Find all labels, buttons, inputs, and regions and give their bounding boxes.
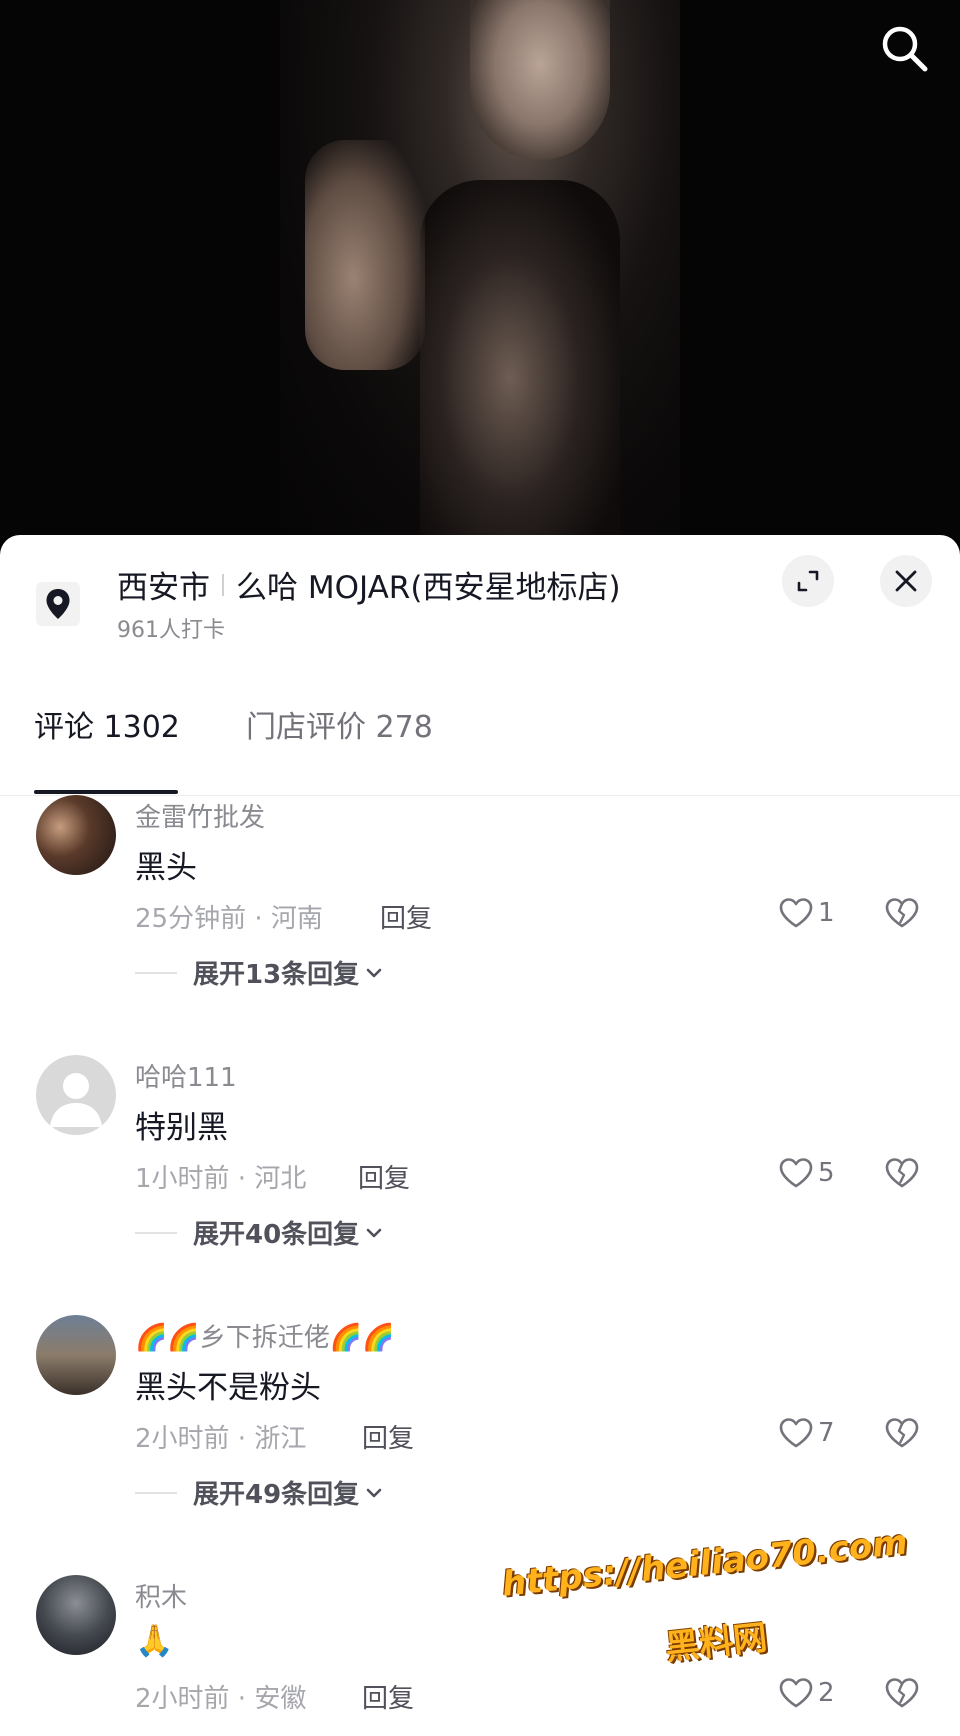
chevron-down-icon xyxy=(366,1228,382,1237)
divider-line xyxy=(135,1231,177,1234)
like-count: 1 xyxy=(818,898,835,928)
location-pin-box xyxy=(36,582,80,626)
like-count: 2 xyxy=(818,1678,835,1708)
comment-text: 特别黑 xyxy=(135,1110,228,1146)
like-count: 7 xyxy=(818,1418,835,1448)
dislike-button[interactable] xyxy=(884,897,920,933)
expand-replies-button[interactable]: 展开13条回复 xyxy=(135,954,385,991)
expand-button[interactable] xyxy=(782,555,834,607)
chevron-down-icon xyxy=(366,1488,382,1497)
expand-replies-button[interactable]: 展开49条回复 xyxy=(135,1474,385,1511)
avatar[interactable] xyxy=(36,795,116,875)
comment-text: 黑头 xyxy=(135,850,197,886)
reply-button[interactable]: 回复 xyxy=(362,1418,414,1455)
broken-heart-icon xyxy=(885,1418,919,1448)
comment-item: 哈哈111 特别黑 1小时前 · 河北 回复 5 展开40条回复 xyxy=(0,1045,960,1295)
comment-meta: 1小时前 · 河北 xyxy=(135,1164,307,1194)
heart-icon xyxy=(779,1678,813,1708)
default-avatar-icon xyxy=(50,1073,102,1127)
location-city: 西安市 xyxy=(117,570,210,606)
search-icon xyxy=(882,26,928,72)
expand-replies-label: 展开40条回复 xyxy=(193,1220,360,1250)
broken-heart-icon xyxy=(885,1158,919,1188)
comment-text: 黑头不是粉头 xyxy=(135,1370,321,1406)
location-header[interactable]: 西安市 么哈 MOJAR(西安星地标店) 961人打卡 xyxy=(0,535,960,645)
comment-meta: 2小时前 · 浙江 xyxy=(135,1424,307,1454)
like-button[interactable]: 5 xyxy=(778,1157,835,1189)
close-icon xyxy=(895,570,917,592)
video-subject-torso xyxy=(420,180,620,540)
comment-text: 🙏 xyxy=(135,1623,174,1659)
comment-item: 🌈🌈乡下拆迁佬🌈🌈 黑头不是粉头 2小时前 · 浙江 回复 7 展开49条回复 xyxy=(0,1305,960,1555)
avatar[interactable] xyxy=(36,1315,116,1395)
like-button[interactable]: 2 xyxy=(778,1677,835,1709)
comment-item: 金雷竹批发 黑头 25分钟前 · 河南 回复 1 展开13条回复 xyxy=(0,785,960,1035)
title-divider xyxy=(222,573,224,596)
comment-sheet: 西安市 么哈 MOJAR(西安星地标店) 961人打卡 评论 1302 门店评价… xyxy=(0,535,960,1736)
like-button[interactable]: 1 xyxy=(778,897,835,929)
like-count: 5 xyxy=(818,1158,835,1188)
comment-username[interactable]: 🌈🌈乡下拆迁佬🌈🌈 xyxy=(135,1317,395,1354)
dislike-button[interactable] xyxy=(884,1157,920,1193)
reply-button[interactable]: 回复 xyxy=(358,1158,410,1195)
video-frame xyxy=(280,0,680,540)
location-pin-icon xyxy=(46,589,70,619)
divider-line xyxy=(135,971,177,974)
avatar[interactable] xyxy=(36,1575,116,1655)
expand-icon xyxy=(797,570,819,592)
like-button[interactable]: 7 xyxy=(778,1417,835,1449)
checkin-count: 961人打卡 xyxy=(117,618,225,643)
comment-meta: 2小时前 · 安徽 xyxy=(135,1684,307,1714)
comment-username[interactable]: 金雷竹批发 xyxy=(135,797,265,834)
comment-item: 积木 🙏 2小时前 · 安徽 回复 2 xyxy=(0,1565,960,1736)
video-subject-face xyxy=(470,0,610,160)
comment-username[interactable]: 积木 xyxy=(135,1577,187,1614)
tab-store-reviews[interactable]: 门店评价 278 xyxy=(246,702,433,746)
close-button[interactable] xyxy=(880,555,932,607)
broken-heart-icon xyxy=(885,1678,919,1708)
tab-comments[interactable]: 评论 1302 xyxy=(34,702,180,746)
heart-icon xyxy=(779,898,813,928)
location-store: 么哈 MOJAR(西安星地标店) xyxy=(236,570,621,606)
search-button[interactable] xyxy=(878,22,932,76)
chevron-down-icon xyxy=(366,968,382,977)
dislike-button[interactable] xyxy=(884,1417,920,1453)
heart-icon xyxy=(779,1418,813,1448)
location-title[interactable]: 西安市 么哈 MOJAR(西安星地标店) xyxy=(117,562,621,607)
expand-replies-button[interactable]: 展开40条回复 xyxy=(135,1214,385,1251)
video-subject-hand xyxy=(305,140,425,370)
reply-button[interactable]: 回复 xyxy=(380,898,432,935)
reply-button[interactable]: 回复 xyxy=(362,1678,414,1715)
expand-replies-label: 展开13条回复 xyxy=(193,960,360,990)
video-player[interactable] xyxy=(0,0,960,540)
broken-heart-icon xyxy=(885,898,919,928)
heart-icon xyxy=(779,1158,813,1188)
tab-bar: 评论 1302 门店评价 278 xyxy=(0,690,960,796)
avatar[interactable] xyxy=(36,1055,116,1135)
divider-line xyxy=(135,1491,177,1494)
expand-replies-label: 展开49条回复 xyxy=(193,1480,360,1510)
comment-username[interactable]: 哈哈111 xyxy=(135,1057,237,1094)
comment-meta: 25分钟前 · 河南 xyxy=(135,904,323,934)
dislike-button[interactable] xyxy=(884,1677,920,1713)
